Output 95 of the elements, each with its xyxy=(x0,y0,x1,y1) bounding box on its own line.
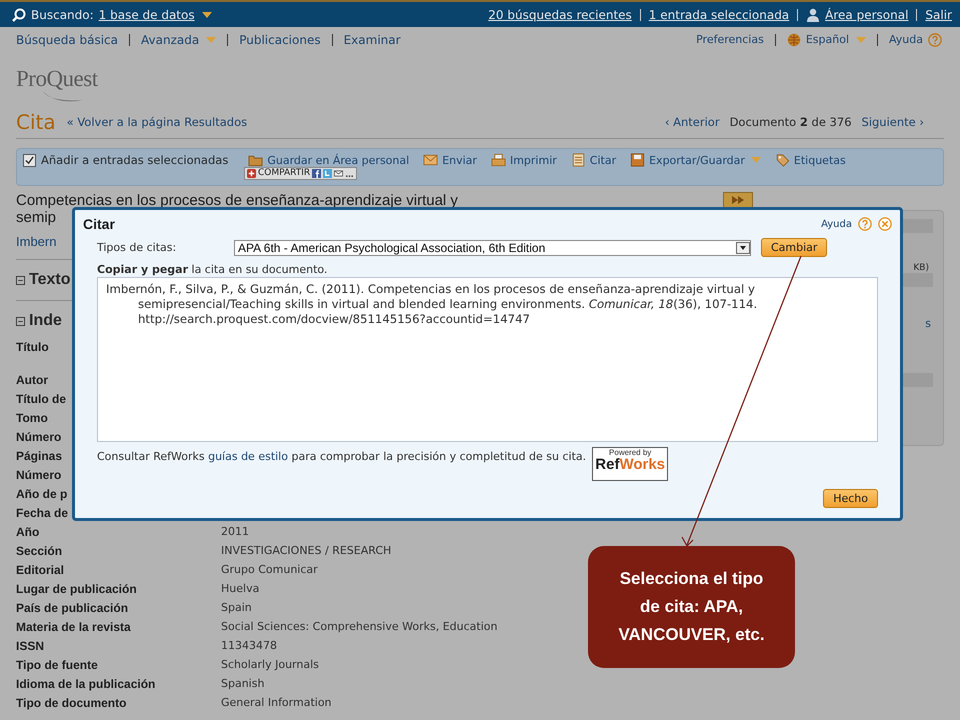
field-label: Título de xyxy=(16,392,66,406)
field-value: Spanish xyxy=(221,677,264,690)
caret-icon xyxy=(206,36,216,42)
panel-link[interactable]: s xyxy=(925,317,931,330)
fast-forward-icon xyxy=(731,196,745,204)
field-label: Tipo de fuente xyxy=(16,658,98,672)
next-link[interactable]: Siguiente › xyxy=(862,115,924,129)
file-size-text: KB) xyxy=(913,263,929,273)
document-position: Documento 2 de 376 xyxy=(730,115,852,129)
nav-link[interactable]: Publicaciones xyxy=(239,32,321,46)
toolbar-action[interactable]: Exportar/Guardar xyxy=(649,154,745,166)
proquest-logo: ProQuest xyxy=(16,68,98,90)
caret-icon xyxy=(856,36,866,42)
field-label: Tipo de documento xyxy=(16,696,126,710)
field-value: 11343478 xyxy=(221,639,277,652)
logo-caption: Powered by xyxy=(609,448,652,457)
style-guides-link[interactable]: guías de estilo xyxy=(208,450,288,463)
checkbox[interactable] xyxy=(23,154,36,166)
caret-icon xyxy=(750,157,761,163)
toolbar-action[interactable]: Citar xyxy=(590,154,616,166)
nav-link[interactable]: Avanzada xyxy=(141,32,200,46)
preferences-link[interactable]: Preferencias xyxy=(696,33,764,46)
dialog-title: Citar xyxy=(83,216,115,232)
field-value: Scholarly Journals xyxy=(221,658,319,671)
account-link[interactable]: Área personal xyxy=(825,8,908,22)
field-value: Grupo Comunicar xyxy=(221,563,318,576)
field-label: Número xyxy=(16,468,62,482)
done-button[interactable]: Hecho xyxy=(823,489,878,508)
instruction-text: Copiar y pegar la cita en su documento. xyxy=(97,263,328,276)
citation-text-area[interactable] xyxy=(97,277,878,442)
field-value: Huelva xyxy=(221,582,260,595)
envelope-icon xyxy=(423,153,438,167)
style-guide-sentence: Consultar RefWorks guías de estilo para comprobar la precisión y completitud de su cita. xyxy=(97,450,586,463)
help-link[interactable]: Ayuda xyxy=(821,218,852,230)
citation-style-label: Tipos de citas: xyxy=(97,241,178,254)
toolbar-action[interactable]: Etiquetas xyxy=(794,154,846,166)
caret-icon xyxy=(202,12,212,18)
previous-link[interactable]: ‹ Anterior xyxy=(664,115,720,129)
callout-text: Selecciona el tipo de cita: APA, VANCOUVER, etc. xyxy=(617,568,766,646)
field-label: Idioma de la publicación xyxy=(16,676,156,690)
section-heading: Inde xyxy=(29,312,62,330)
field-label: Número xyxy=(16,430,62,444)
facebook-icon xyxy=(312,169,322,178)
tag-icon xyxy=(774,153,790,167)
field-label: Título xyxy=(16,340,49,354)
check-icon xyxy=(25,156,34,164)
searching-label: Buscando: xyxy=(31,8,94,22)
field-label: Materia de la revista xyxy=(16,620,131,634)
page-title: Cita xyxy=(16,110,56,134)
collapse-icon[interactable] xyxy=(16,316,25,326)
database-link[interactable]: 1 base de datos xyxy=(98,8,195,22)
field-link[interactable]: Social Sciences: Comprehensive Works, Education xyxy=(221,620,498,633)
field-label: Fecha de xyxy=(16,506,68,520)
collapse-icon[interactable] xyxy=(16,276,25,284)
section-heading: Texto xyxy=(29,271,70,289)
field-label: Páginas xyxy=(16,448,62,462)
change-button[interactable]: Cambiar xyxy=(761,238,828,257)
toolbar-action[interactable]: Imprimir xyxy=(510,154,557,166)
back-link[interactable]: « Volver a la página Resultados xyxy=(66,115,248,129)
envelope-icon xyxy=(334,169,344,178)
field-value: General Information xyxy=(221,696,332,709)
field-label: Lugar de publicación xyxy=(16,582,137,596)
toolbar-action[interactable]: Guardar en Área personal xyxy=(267,154,410,166)
field-label: Año xyxy=(16,524,40,538)
user-icon xyxy=(806,8,820,22)
citation-text: Imbernón, F., Silva, P., & Guzmán, C. (2011). Competencias en los procesos de enseñanza-aprendizaje virtual y semipresencial/Teaching skills in virtual and blended learning environments. Comunicar, 18(36), 107-114. http://search.proquest.com/docview/851145156?accountid=14747 xyxy=(106,282,758,327)
search-icon xyxy=(12,8,26,22)
field-label: Tomo xyxy=(16,410,48,424)
field-label: País de publicación xyxy=(16,600,128,614)
nav-link[interactable]: Examinar xyxy=(344,32,401,46)
nav-link[interactable]: Búsqueda básica xyxy=(16,32,118,46)
share-button[interactable]: COMPARTIR xyxy=(244,167,358,180)
language-link[interactable]: Español xyxy=(806,33,850,46)
document-icon xyxy=(570,153,586,167)
printer-icon xyxy=(490,153,506,167)
field-value: Spain xyxy=(221,601,252,614)
field-value: INVESTIGACIONES / RESEARCH xyxy=(221,544,392,557)
field-label: Editorial xyxy=(16,562,64,576)
field-value: 2011 xyxy=(221,525,249,538)
field-label: Autor xyxy=(16,372,48,386)
document-title: semip xyxy=(16,209,56,226)
plus-icon xyxy=(247,169,256,178)
citation-style-select[interactable]: APA 6th - American Psychological Association, 6th Edition xyxy=(234,240,751,256)
forward-button[interactable] xyxy=(723,192,753,208)
top-link[interactable]: 20 búsquedas recientes xyxy=(488,8,632,22)
field-label: Año de p xyxy=(16,486,68,500)
help-link[interactable]: Ayuda xyxy=(889,33,923,46)
field-label: Sección xyxy=(16,544,62,558)
top-link[interactable]: Salir xyxy=(925,8,952,22)
globe-icon xyxy=(786,32,801,46)
field-label: ISSN xyxy=(16,638,44,652)
logo-wordmark: RefWorks xyxy=(595,457,666,473)
top-link[interactable]: 1 entrada seleccionada xyxy=(648,8,790,22)
select-label: Añadir a entradas seleccionadas xyxy=(41,153,228,167)
toolbar-action[interactable]: Enviar xyxy=(442,154,477,166)
